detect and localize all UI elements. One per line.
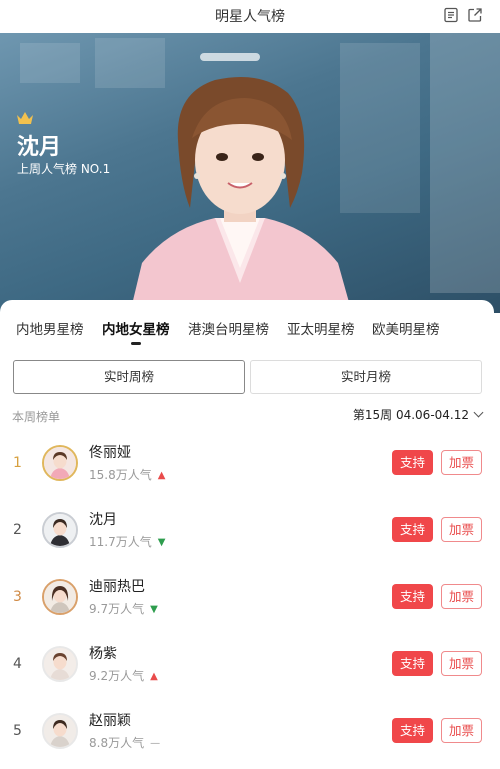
- ranking-panel: 内地男星榜 内地女星榜 港澳台明星榜 亚太明星榜 欧美明星榜 实时周榜 实时月榜…: [0, 300, 494, 769]
- star-portrait: [130, 76, 352, 313]
- page-title: 明星人气榜: [215, 9, 285, 25]
- trend-flat-icon: —: [150, 738, 161, 749]
- tab-europe-america[interactable]: 欧美明星榜: [372, 318, 440, 338]
- trend-down-icon: ▼: [150, 604, 158, 615]
- monthly-ranking-button[interactable]: 实时月榜: [250, 360, 482, 394]
- add-vote-button[interactable]: 加票: [441, 584, 482, 609]
- avatar[interactable]: [42, 579, 78, 615]
- popularity-count: 9.7万人气 ▼: [89, 602, 158, 616]
- star-name: 迪丽热巴: [89, 579, 145, 595]
- category-tabs: 内地男星榜 内地女星榜 港澳台明星榜 亚太明星榜 欧美明星榜: [0, 314, 494, 346]
- background-window: [430, 33, 500, 293]
- trend-up-icon: ▲: [150, 671, 158, 682]
- avatar[interactable]: [42, 445, 78, 481]
- tab-hk-macao-taiwan[interactable]: 港澳台明星榜: [188, 318, 269, 338]
- star-name: 赵丽颖: [89, 713, 131, 729]
- week-range: 第15周 04.06-04.12: [352, 408, 469, 422]
- support-button[interactable]: 支持: [392, 450, 433, 475]
- support-button[interactable]: 支持: [392, 651, 433, 676]
- hero-star-name: 沈月: [17, 135, 62, 160]
- star-name: 沈月: [89, 512, 117, 528]
- list-item: 4 杨紫 9.2万人气 ▲ 支持 加票: [0, 635, 494, 701]
- week-selector[interactable]: 第15周 04.06-04.12: [352, 406, 484, 423]
- trend-down-icon: ▼: [157, 537, 166, 548]
- ceiling-light: [200, 53, 260, 61]
- hero-subtitle: 上周人气榜 NO.1: [17, 162, 111, 176]
- rank-number: 3: [13, 589, 22, 605]
- avatar[interactable]: [42, 646, 78, 682]
- popularity-count: 8.8万人气 —: [89, 736, 161, 750]
- avatar[interactable]: [42, 713, 78, 749]
- top-bar: 明星人气榜: [0, 0, 500, 33]
- rank-number: 1: [13, 455, 22, 471]
- support-button[interactable]: 支持: [392, 584, 433, 609]
- popularity-count: 9.2万人气 ▲: [89, 669, 158, 683]
- list-item: 2 沈月 11.7万人气 ▼ 支持 加票: [0, 501, 494, 567]
- support-button[interactable]: 支持: [392, 718, 433, 743]
- add-vote-button[interactable]: 加票: [441, 718, 482, 743]
- chevron-down-icon: [473, 407, 484, 418]
- star-name: 杨紫: [89, 646, 117, 662]
- tab-asia-pacific[interactable]: 亚太明星榜: [287, 318, 355, 338]
- document-icon[interactable]: [443, 7, 459, 23]
- trend-up-icon: ▲: [157, 470, 166, 481]
- avatar[interactable]: [42, 512, 78, 548]
- list-item: 1 佟丽娅 15.8万人气 ▲ 支持 加票: [0, 434, 494, 500]
- star-name: 佟丽娅: [89, 445, 131, 461]
- share-out-icon[interactable]: [467, 7, 483, 23]
- tab-mainland-female[interactable]: 内地女星榜: [102, 318, 170, 345]
- crown-icon: [16, 110, 34, 129]
- support-button[interactable]: 支持: [392, 517, 433, 542]
- weekly-ranking-button[interactable]: 实时周榜: [13, 360, 245, 394]
- add-vote-button[interactable]: 加票: [441, 450, 482, 475]
- rank-number: 4: [13, 656, 22, 672]
- background-window: [20, 43, 80, 83]
- list-item: 5 赵丽颖 8.8万人气 — 支持 加票: [0, 702, 494, 768]
- tab-mainland-male[interactable]: 内地男星榜: [16, 318, 84, 338]
- hero-banner: 沈月 上周人气榜 NO.1: [0, 33, 500, 313]
- list-item: 3 迪丽热巴 9.7万人气 ▼ 支持 加票: [0, 568, 494, 634]
- add-vote-button[interactable]: 加票: [441, 651, 482, 676]
- ranking-list-label: 本周榜单: [12, 410, 61, 424]
- popularity-count: 11.7万人气 ▼: [89, 535, 166, 549]
- rank-number: 5: [13, 723, 22, 739]
- rank-number: 2: [13, 522, 22, 538]
- add-vote-button[interactable]: 加票: [441, 517, 482, 542]
- active-tab-indicator: [130, 342, 141, 345]
- popularity-count: 15.8万人气 ▲: [89, 468, 166, 482]
